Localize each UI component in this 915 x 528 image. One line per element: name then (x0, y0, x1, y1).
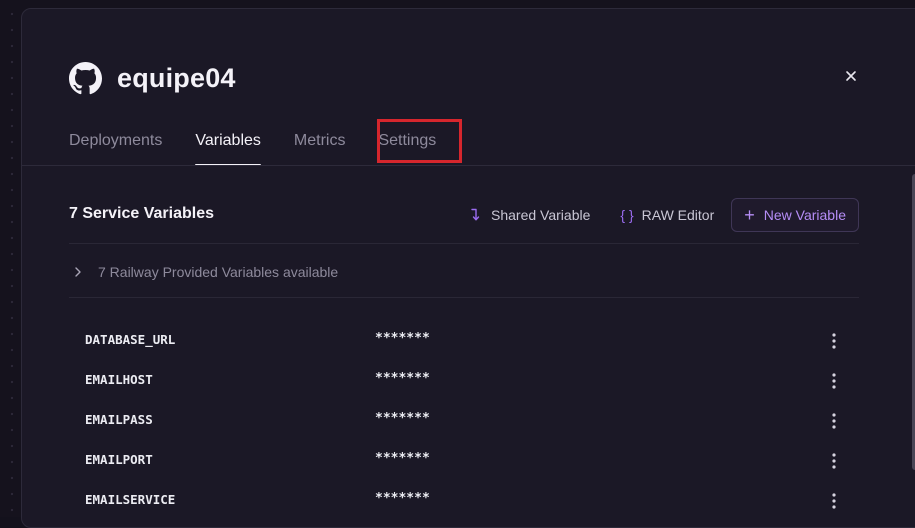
tabs-divider (22, 165, 915, 166)
variable-name: EMAILSERVICE (85, 492, 176, 507)
variable-name: EMAILHOST (85, 372, 153, 387)
close-button[interactable] (842, 67, 860, 85)
chevron-right-icon (75, 267, 81, 277)
variable-row[interactable]: DATABASE_URL ******* (69, 322, 859, 362)
kebab-menu-icon[interactable] (826, 410, 842, 432)
kebab-menu-icon[interactable] (826, 330, 842, 352)
shared-variable-icon (471, 208, 480, 221)
variable-name: EMAILPORT (85, 452, 153, 467)
variable-value: ******* (375, 491, 430, 506)
shared-variable-button[interactable]: Shared Variable (470, 207, 590, 223)
github-icon (69, 61, 102, 94)
section-divider (69, 243, 859, 244)
variable-row[interactable]: EMAILSERVICE ******* (69, 482, 859, 522)
kebab-menu-icon[interactable] (826, 450, 842, 472)
variables-actions: Shared Variable { } RAW Editor + New Var… (440, 198, 859, 232)
provided-divider (69, 297, 859, 298)
plus-icon: + (744, 205, 755, 225)
tab-variables[interactable]: Variables (195, 128, 261, 166)
variables-count-title: 7 Service Variables (69, 205, 214, 222)
variable-name: DATABASE_URL (85, 332, 176, 347)
service-title: equipe04 (117, 62, 236, 93)
service-panel: equipe04 Deployments Variables Metrics S… (21, 8, 915, 528)
braces-icon: { } (620, 207, 634, 223)
new-variable-label: New Variable (763, 207, 846, 223)
shared-variable-label: Shared Variable (491, 207, 591, 223)
tab-deployments[interactable]: Deployments (69, 128, 162, 166)
kebab-menu-icon[interactable] (826, 370, 842, 392)
variable-value: ******* (375, 451, 430, 466)
raw-editor-button[interactable]: { } RAW Editor (620, 207, 714, 223)
service-tabs: Deployments Variables Metrics Settings (69, 128, 469, 166)
provided-variables-label: 7 Railway Provided Variables available (98, 264, 339, 280)
variable-name: EMAILPASS (85, 412, 153, 427)
service-header: equipe04 (69, 61, 236, 95)
tab-metrics[interactable]: Metrics (294, 128, 346, 166)
variable-value: ******* (375, 331, 430, 346)
variable-value: ******* (375, 411, 430, 426)
tab-settings[interactable]: Settings (378, 128, 436, 166)
variable-row[interactable]: EMAILPORT ******* (69, 442, 859, 482)
kebab-menu-icon[interactable] (826, 490, 842, 512)
new-variable-button[interactable]: + New Variable (731, 198, 859, 232)
close-icon (846, 71, 856, 81)
variable-row[interactable]: EMAILPASS ******* (69, 402, 859, 442)
variable-value: ******* (375, 371, 430, 386)
raw-editor-label: RAW Editor (641, 207, 715, 223)
provided-variables-toggle[interactable]: 7 Railway Provided Variables available (72, 262, 338, 282)
variable-row[interactable]: EMAILHOST ******* (69, 362, 859, 402)
